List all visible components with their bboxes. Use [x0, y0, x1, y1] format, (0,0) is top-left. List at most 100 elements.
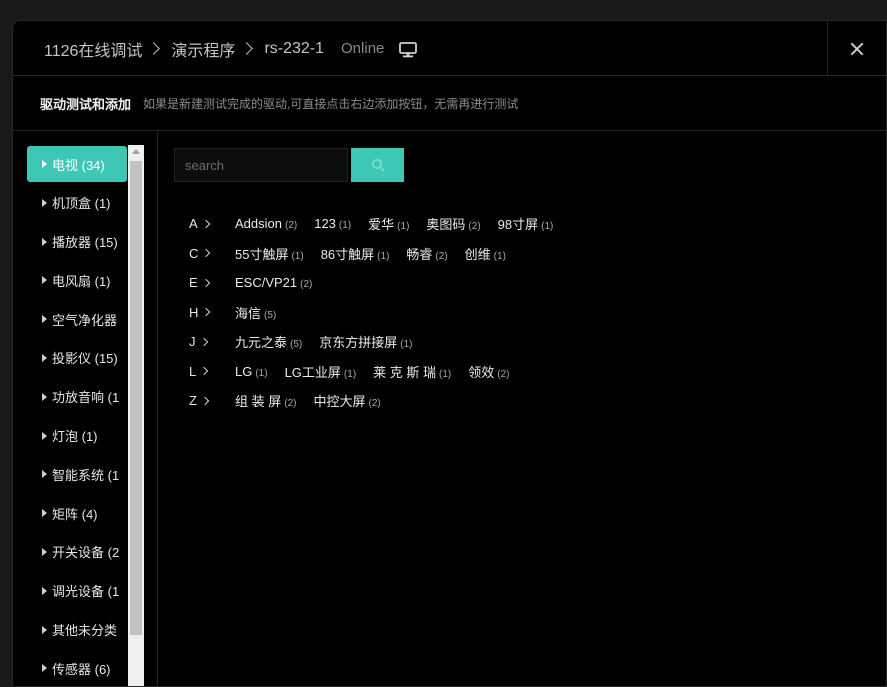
category-item[interactable]: 播放器 (15) [27, 224, 127, 260]
brand-link[interactable]: 京东方拼接屏 (1) [319, 332, 412, 351]
brand-link[interactable]: 领效 (2) [468, 362, 509, 381]
chevron-right-icon [201, 278, 210, 287]
brand-count: (1) [397, 221, 410, 233]
section-title: 驱动测试和添加 [40, 96, 132, 112]
brand-count: (5) [290, 339, 303, 351]
group-letter[interactable]: Z [189, 393, 235, 408]
brand-name: 畅睿 [406, 246, 433, 262]
group-letter[interactable]: E [189, 275, 235, 290]
brand-link[interactable]: 奥图码 (2) [426, 214, 480, 233]
brand-link[interactable]: 55寸触屏 (1) [235, 244, 304, 263]
brand-link[interactable]: 123 (1) [314, 216, 351, 231]
brand-link[interactable]: 86寸触屏 (1) [321, 244, 390, 263]
brand-link[interactable]: Addsion (2) [235, 216, 297, 231]
brand-name: 爱华 [368, 217, 395, 233]
category-item[interactable]: 功放音响 (1 [27, 379, 127, 415]
brand-panel: AAddsion(2)123(1)爱华(1)奥图码(2)98寸屏(1)C55寸触… [158, 131, 886, 686]
brand-link[interactable]: ESC/VP21 (2) [235, 275, 312, 290]
search-button[interactable] [351, 148, 404, 182]
chevron-right-icon [200, 396, 210, 405]
brand-link[interactable]: 莱 克 斯 瑞 (1) [373, 362, 451, 381]
brand-count: (1) [338, 220, 352, 232]
brand-count: (2) [284, 398, 297, 410]
category-item[interactable]: 矩阵 (4) [27, 495, 127, 531]
brand-group-row: J 九元之泰 (5) 京东方拼接屏 (1) [189, 327, 570, 357]
brand-count: (2) [368, 398, 381, 410]
brand-name: LG [235, 363, 253, 379]
category-list: 电视 (34) 机顶盒 (1) 播放器 (15) 电风扇 (1) 空气净化器投影仪 (1… [27, 146, 127, 686]
brand-name: 奥图码 [426, 217, 466, 233]
caret-right-icon [42, 470, 47, 479]
brand-link[interactable]: 畅睿 (2) [406, 244, 447, 263]
brand-name: 组 装 屏 [235, 394, 282, 410]
category-sidebar: 电视 (34) 机顶盒 (1) 播放器 (15) 电风扇 (1) 空气净化器投影仪 (1… [13, 131, 158, 686]
category-label: 功放音响 (1 [52, 390, 120, 406]
brand-link[interactable]: 中控大屏 (2) [313, 391, 380, 410]
brand-count: (1) [255, 367, 268, 379]
category-label: 灯泡 (1) [52, 429, 98, 445]
category-item[interactable]: 投影仪 (15) [27, 340, 127, 376]
chevron-right-icon [201, 219, 210, 228]
category-item[interactable]: 电风扇 (1) [27, 262, 127, 298]
group-letter[interactable]: L [189, 364, 235, 379]
brand-name: 55寸触屏 [235, 246, 289, 262]
group-letter[interactable]: A [189, 216, 235, 231]
scrollbar-thumb[interactable] [130, 161, 142, 635]
brand-link[interactable]: LG工业屏 (1) [285, 362, 357, 381]
caret-right-icon [42, 625, 47, 634]
brand-name: Addsion [235, 216, 282, 232]
category-label: 调光设备 (1 [52, 584, 120, 600]
category-label: 投影仪 (15) [52, 351, 118, 367]
caret-right-icon [42, 431, 47, 440]
group-letter[interactable]: J [189, 334, 235, 349]
brand-index: A Addsion (2) 123 (1) 爱华 (1) 奥图码 (2) 98寸屏 (1) C 55寸触… [189, 209, 570, 416]
brand-link[interactable]: 创维 (1) [465, 244, 506, 263]
brand-group-row: Z组 装 屏 (2) 中控大屏 (2) [189, 386, 570, 416]
category-item[interactable]: 开关设备 (2 [27, 534, 127, 570]
group-letter[interactable]: H [189, 305, 235, 320]
caret-right-icon [42, 353, 47, 362]
brand-count: (1) [291, 250, 304, 262]
breadcrumb-item-device[interactable]: rs-232-1 [264, 40, 324, 58]
brand-link[interactable]: 98寸屏 (1) [498, 214, 554, 233]
breadcrumb-item-program[interactable]: 演示程序 [171, 37, 235, 61]
group-letter-label: E [189, 275, 198, 291]
brand-count: (1) [541, 221, 554, 233]
driver-dialog: 1126在线调试 演示程序 rs-232-1 Online 驱动测试和添加 如果… [12, 20, 887, 687]
category-label: 电视 (34) [52, 157, 105, 173]
category-item[interactable]: 其他未分类 [27, 612, 127, 648]
brand-link[interactable]: 组 装 屏 (2) [235, 391, 296, 410]
caret-right-icon [42, 547, 47, 556]
group-letter-label: H [189, 304, 199, 320]
category-item[interactable]: 灯泡 (1) [27, 418, 127, 454]
group-letter-label: C [189, 245, 199, 261]
brand-link[interactable]: 九元之泰 (5) [235, 332, 302, 351]
scroll-up-arrow-icon[interactable] [132, 149, 140, 154]
category-item[interactable]: 空气净化器 [27, 301, 127, 337]
category-item[interactable]: 电视 (34) [27, 146, 127, 182]
category-item[interactable]: 机顶盒 (1) [27, 185, 127, 221]
brand-group-row: H 海信 (5) [189, 298, 570, 328]
brand-link[interactable]: LG (1) [235, 364, 268, 379]
brand-group-row: E ESC/VP21 (2) [189, 268, 570, 298]
caret-right-icon [42, 664, 47, 673]
brand-count: (2) [284, 220, 298, 232]
breadcrumb-item-project[interactable]: 1126在线调试 [44, 37, 142, 61]
brand-count: (2) [300, 279, 313, 291]
brand-name: 海信 [235, 305, 262, 321]
chevron-right-icon [199, 367, 209, 376]
caret-right-icon [42, 198, 47, 207]
brand-count: (1) [400, 339, 413, 351]
group-letter[interactable]: C [189, 246, 235, 261]
chevron-right-icon [202, 308, 211, 317]
brand-name: 中控大屏 [313, 394, 366, 410]
close-button[interactable] [827, 21, 886, 76]
category-item[interactable]: 调光设备 (1 [27, 573, 127, 609]
category-item[interactable]: 传感器 (6) [27, 650, 127, 686]
sidebar-scrollbar[interactable] [128, 145, 144, 686]
brand-link[interactable]: 海信 (5) [235, 303, 276, 322]
section-header: 驱动测试和添加 如果是新建测试完成的驱动,可直接点击右边添加按钮，无需再进行测试 [13, 76, 886, 131]
brand-link[interactable]: 爱华 (1) [368, 214, 409, 233]
search-input[interactable] [174, 148, 348, 182]
category-item[interactable]: 智能系统 (1 [27, 456, 127, 492]
